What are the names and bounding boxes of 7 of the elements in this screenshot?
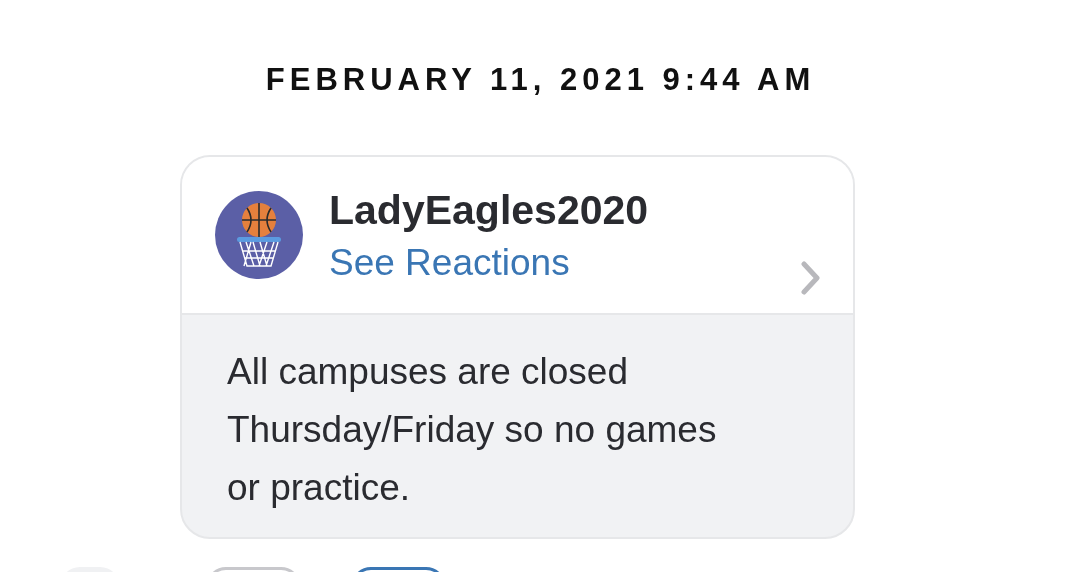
sender-name: LadyEagles2020 <box>329 186 649 235</box>
message-text: All campuses are closed Thursday/Friday so no games or practice. <box>226 350 718 510</box>
see-reactions-link[interactable]: See Reactions <box>329 241 649 285</box>
basketball-hoop-avatar-icon <box>215 191 303 279</box>
timestamp: FEBRUARY 11, 2021 9:44 AM <box>264 62 817 98</box>
chevron-right-icon[interactable] <box>801 261 821 295</box>
message-header[interactable]: LadyEagles2020 See Reactions <box>182 157 853 315</box>
